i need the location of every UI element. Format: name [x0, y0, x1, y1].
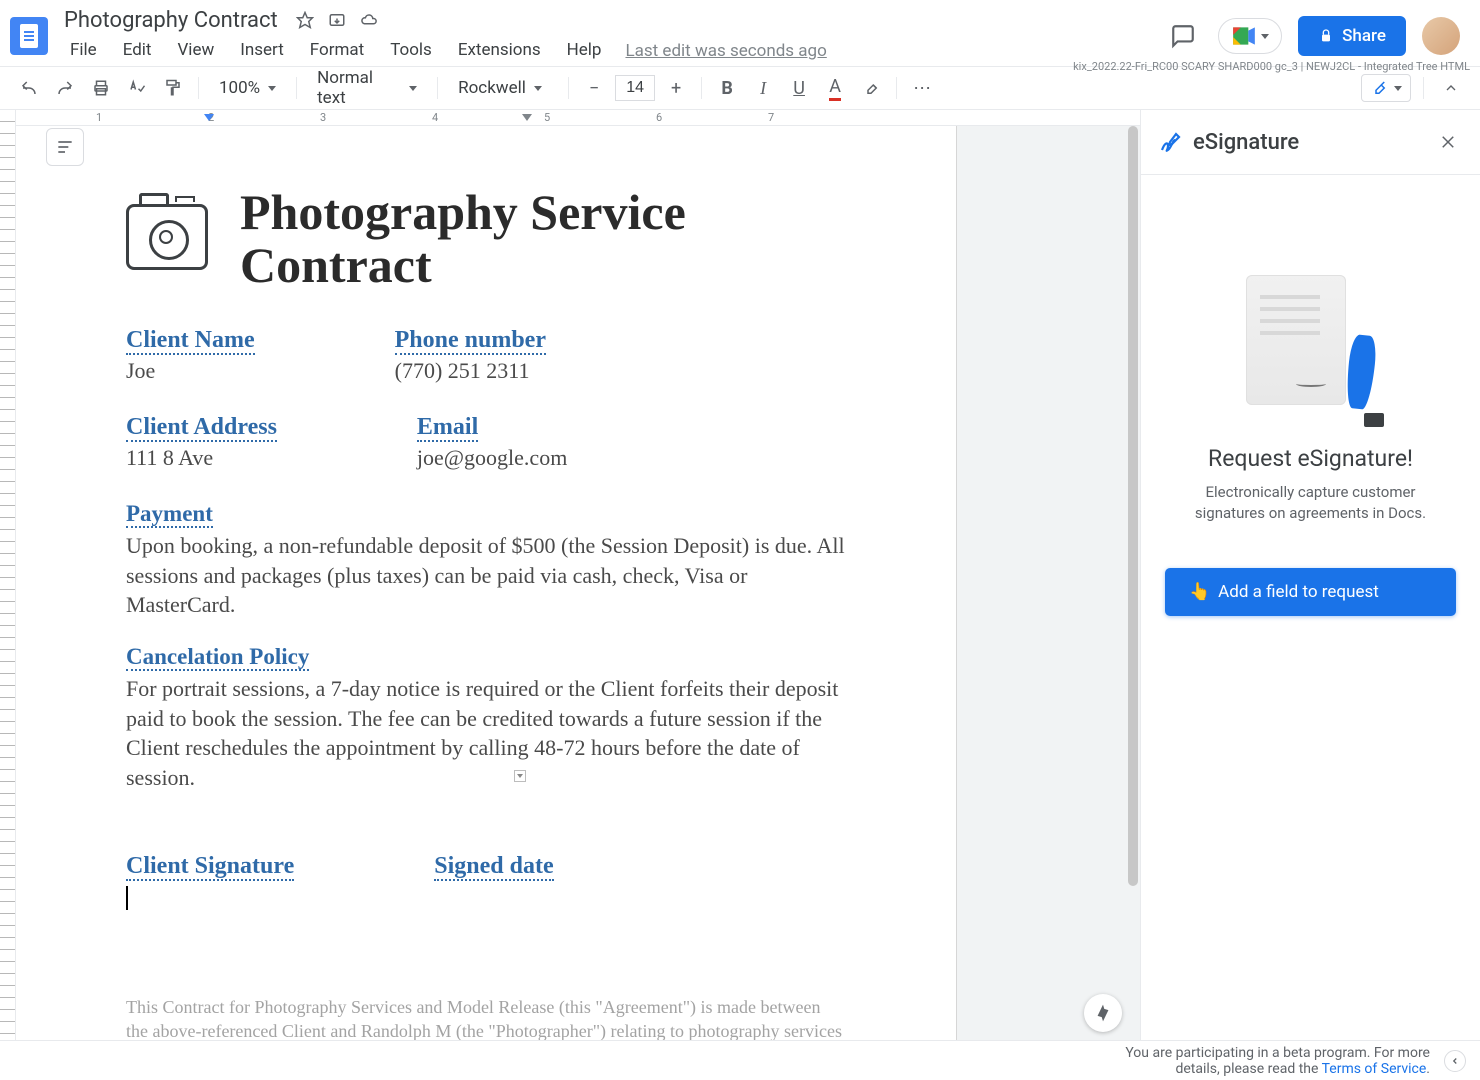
payment-text: Upon booking, a non-refundable deposit o…: [126, 531, 846, 620]
increase-font-button[interactable]: +: [661, 73, 691, 103]
more-tools-button[interactable]: ⋯: [907, 73, 937, 103]
share-button[interactable]: Share: [1298, 16, 1406, 56]
document-page[interactable]: Photography Service Contract Client Name…: [16, 126, 956, 1040]
add-field-button[interactable]: 👆 Add a field to request: [1165, 568, 1456, 616]
collapse-toolbar-button[interactable]: [1436, 73, 1466, 103]
debug-build-label: kix_2022.22-Fri_RC00 SCARY SHARD000 gc_3…: [1073, 60, 1470, 73]
sidepanel-description: Electronically capture customer signatur…: [1165, 482, 1456, 524]
address-label: Client Address: [126, 414, 277, 442]
contract-footer-text: This Contract for Photography Services a…: [126, 995, 846, 1040]
esignature-sidepanel: eSignature Request eSignature! Electroni…: [1140, 110, 1480, 1040]
account-avatar[interactable]: [1422, 17, 1460, 55]
font-family-dropdown[interactable]: Rockwell: [448, 73, 558, 103]
menu-format[interactable]: Format: [300, 36, 374, 66]
share-label: Share: [1342, 26, 1386, 46]
spellcheck-button[interactable]: [122, 73, 152, 103]
menu-tools[interactable]: Tools: [380, 36, 442, 66]
email-value: joe@google.com: [417, 445, 567, 471]
cancellation-text: For portrait sessions, a 7-day notice is…: [126, 674, 846, 793]
camera-illustration-icon: [126, 204, 208, 270]
esignature-icon: [1159, 130, 1183, 154]
menu-extensions[interactable]: Extensions: [448, 36, 551, 66]
highlight-button[interactable]: [856, 73, 886, 103]
star-icon[interactable]: [296, 11, 314, 29]
add-field-label: Add a field to request: [1218, 582, 1379, 602]
outline-toggle-button[interactable]: [46, 128, 84, 166]
beta-notice-bar: You are participating in a beta program.…: [0, 1040, 1480, 1080]
font-size-input[interactable]: [615, 75, 655, 101]
text-cursor: [126, 886, 128, 910]
horizontal-ruler[interactable]: 1 2 3 4 5 6 7: [16, 110, 1140, 126]
close-sidepanel-button[interactable]: [1434, 128, 1462, 156]
docs-logo-icon[interactable]: [10, 17, 48, 55]
vertical-scrollbar[interactable]: [1128, 126, 1138, 886]
zoom-dropdown[interactable]: 100%: [209, 73, 286, 103]
document-heading: Photography Service Contract: [240, 186, 846, 291]
indent-marker-left[interactable]: [204, 114, 214, 121]
menu-help[interactable]: Help: [557, 36, 612, 66]
paragraph-style-dropdown[interactable]: Normal text: [307, 73, 427, 103]
cloud-status-icon[interactable]: [360, 11, 378, 29]
editing-mode-dropdown[interactable]: [1361, 74, 1411, 102]
client-name-value: Joe: [126, 358, 255, 384]
tos-link[interactable]: Terms of Service: [1322, 1061, 1427, 1077]
last-edit-link[interactable]: Last edit was seconds ago: [625, 41, 826, 61]
undo-button[interactable]: [14, 73, 44, 103]
cancellation-label: Cancelation Policy: [126, 644, 309, 671]
text-color-button[interactable]: A: [820, 73, 850, 103]
signature-label: Client Signature: [126, 853, 294, 881]
meet-button[interactable]: [1218, 18, 1282, 54]
field-chip-dropdown[interactable]: [514, 770, 526, 782]
cursor-hand-icon: 👆: [1189, 582, 1210, 602]
redo-button[interactable]: [50, 73, 80, 103]
esignature-illustration: [1236, 275, 1386, 425]
phone-value: (770) 251 2311: [395, 358, 546, 384]
explore-button[interactable]: [1084, 994, 1122, 1032]
italic-button[interactable]: I: [748, 73, 778, 103]
chevron-down-icon: [1261, 34, 1269, 39]
vertical-ruler[interactable]: [0, 110, 16, 1040]
email-label: Email: [417, 414, 478, 442]
beta-text-line1: You are participating in a beta program.…: [1125, 1045, 1430, 1061]
bold-button[interactable]: B: [712, 73, 742, 103]
address-value: 111 8 Ave: [126, 445, 277, 471]
move-icon[interactable]: [328, 11, 346, 29]
payment-label: Payment: [126, 501, 213, 528]
phone-label: Phone number: [395, 327, 546, 355]
paint-format-button[interactable]: [158, 73, 188, 103]
decrease-font-button[interactable]: −: [579, 73, 609, 103]
menu-view[interactable]: View: [167, 36, 224, 66]
menu-bar: File Edit View Insert Format Tools Exten…: [60, 36, 1164, 66]
comments-icon[interactable]: [1164, 17, 1202, 55]
sidepanel-title: eSignature: [1193, 130, 1299, 155]
menu-file[interactable]: File: [60, 36, 107, 66]
indent-marker-right[interactable]: [522, 114, 532, 121]
print-button[interactable]: [86, 73, 116, 103]
client-name-label: Client Name: [126, 327, 255, 355]
underline-button[interactable]: U: [784, 73, 814, 103]
document-title[interactable]: Photography Contract: [60, 7, 282, 34]
menu-insert[interactable]: Insert: [230, 36, 294, 66]
signed-date-label: Signed date: [434, 853, 553, 881]
sidepanel-heading: Request eSignature!: [1165, 445, 1456, 472]
collapse-notice-button[interactable]: [1444, 1050, 1466, 1072]
beta-text-line2: details, please read the: [1175, 1061, 1321, 1077]
menu-edit[interactable]: Edit: [113, 36, 162, 66]
